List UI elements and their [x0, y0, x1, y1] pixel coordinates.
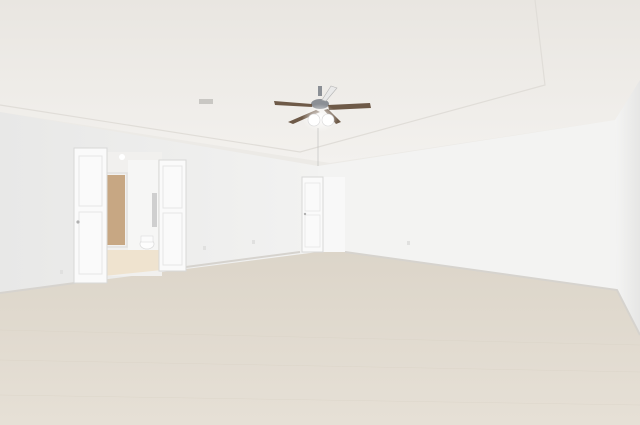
outlet-icon	[252, 240, 255, 244]
left-door-knob-icon	[76, 220, 80, 224]
outlet-icon	[60, 270, 63, 274]
closet-door-wood	[107, 175, 125, 245]
outlet-icon	[203, 246, 206, 250]
ceiling-vent-icon	[199, 99, 213, 104]
bathroom-shelf	[152, 193, 157, 227]
room-scene	[0, 0, 640, 425]
bathroom-light-icon	[119, 154, 125, 160]
hall-opening	[320, 177, 345, 252]
toilet-tank	[140, 235, 154, 243]
hall-door-knob-icon	[303, 212, 307, 216]
outlet-icon	[407, 241, 410, 245]
